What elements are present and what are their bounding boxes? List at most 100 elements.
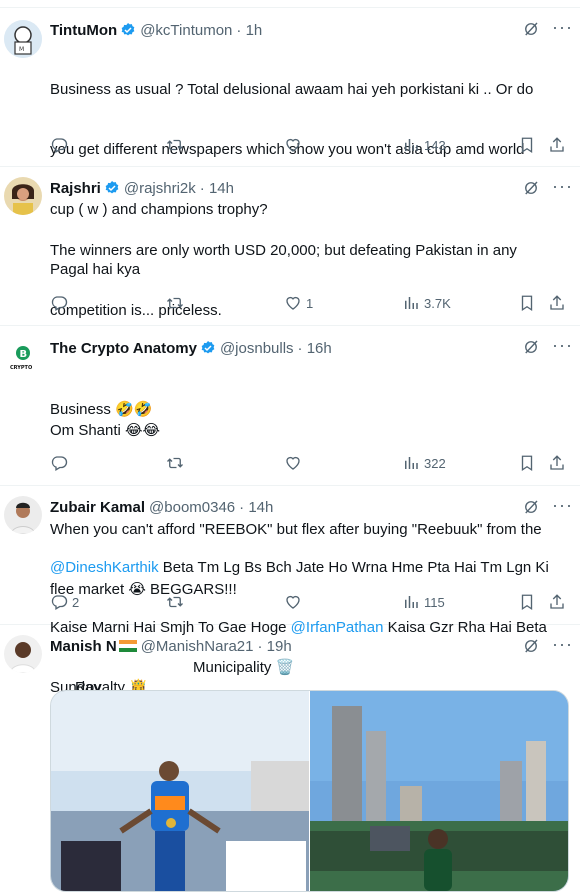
reply-icon — [50, 454, 68, 472]
more-icon[interactable]: ··· — [552, 635, 572, 659]
retweet-icon — [166, 593, 184, 611]
like-count: 1 — [306, 295, 314, 311]
share-button[interactable] — [548, 134, 566, 156]
grok-icon[interactable] — [522, 20, 540, 38]
reply-button[interactable] — [50, 292, 72, 314]
author-handle[interactable]: @josnbulls — [220, 340, 294, 357]
share-button[interactable] — [548, 452, 566, 474]
more-icon[interactable]: ··· — [552, 496, 572, 520]
retweet-icon — [166, 136, 184, 154]
verified-icon — [104, 180, 120, 196]
tweet[interactable]: Zubair Kamal @boom0346 · 14h ··· @Dinesh… — [0, 486, 580, 696]
svg-text:CRYPTO: CRYPTO — [10, 365, 32, 371]
more-icon[interactable]: ··· — [552, 336, 572, 360]
grok-icon[interactable] — [522, 338, 540, 356]
reply-count: 2 — [72, 594, 80, 610]
retweet-button[interactable] — [166, 452, 188, 474]
views-count: 322 — [424, 455, 446, 471]
author-name[interactable]: TintuMon — [50, 22, 117, 39]
views-button[interactable]: 115 — [402, 591, 445, 613]
timestamp[interactable]: · 14h — [239, 499, 273, 516]
views-icon — [402, 593, 420, 611]
timestamp[interactable]: · 14h — [200, 180, 234, 197]
avatar[interactable]: M — [4, 20, 42, 58]
views-icon — [402, 454, 420, 472]
like-button[interactable] — [284, 591, 306, 613]
bookmark-button[interactable] — [518, 134, 536, 156]
tweet-line: Business as usual ? Total delusional awa… — [50, 81, 534, 98]
tweet[interactable]: Rajshri @rajshri2k · 14h ··· The winners… — [0, 167, 580, 439]
timestamp[interactable]: · 16h — [298, 340, 332, 357]
tweet[interactable]: Manish N @ManishNara21 · 19h ··· Royalty… — [0, 625, 580, 892]
bookmark-button[interactable] — [518, 292, 536, 314]
more-icon[interactable]: ··· — [552, 177, 572, 201]
bookmark-button[interactable] — [518, 452, 536, 474]
author-handle[interactable]: @rajshri2k — [124, 180, 196, 197]
media-image-right[interactable] — [310, 691, 568, 891]
views-count: 3.7K — [424, 295, 451, 311]
reply-button[interactable]: 2 — [50, 591, 79, 613]
avatar[interactable] — [4, 635, 42, 673]
timestamp[interactable]: · 1h — [236, 22, 262, 39]
tweet-text-right: Municipality 🗑️ — [193, 659, 295, 676]
views-count: 115 — [424, 594, 445, 610]
tweet-header: Zubair Kamal @boom0346 · 14h — [50, 496, 273, 518]
views-button[interactable]: 143 — [402, 134, 446, 156]
reply-icon — [50, 593, 68, 611]
author-name[interactable]: The Crypto Anatomy — [50, 340, 197, 357]
action-bar: 143 — [40, 134, 580, 156]
verified-icon — [200, 340, 216, 356]
tweet[interactable]: B CRYPTO The Crypto Anatomy @josnbulls · … — [0, 326, 580, 598]
like-icon — [284, 294, 302, 312]
bookmark-icon — [518, 454, 536, 472]
bookmark-icon — [518, 294, 536, 312]
share-button[interactable] — [548, 292, 566, 314]
media-grid[interactable] — [50, 690, 569, 892]
share-button[interactable] — [548, 591, 566, 613]
views-button[interactable]: 322 — [402, 452, 446, 474]
author-name[interactable]: Rajshri — [50, 180, 101, 197]
grok-icon[interactable] — [522, 498, 540, 516]
author-handle[interactable]: @ManishNara21 — [141, 638, 254, 655]
tweet-text-span: Beta Tm Lg Bs Bch Jate Ho Wrna Hme Pta H… — [158, 559, 549, 576]
tweet[interactable]: M TintuMon @kcTintumon · 1h ··· Business… — [0, 8, 580, 278]
retweet-icon — [166, 294, 184, 312]
bookmark-button[interactable] — [518, 591, 536, 613]
tweet-header: The Crypto Anatomy @josnbulls · 16h — [50, 337, 332, 359]
author-handle[interactable]: @boom0346 — [149, 499, 235, 516]
bookmark-icon — [518, 593, 536, 611]
avatar[interactable]: B CRYPTO — [4, 338, 42, 376]
views-icon — [402, 294, 420, 312]
mention-link[interactable]: @DineshKarthik — [50, 559, 159, 576]
timestamp[interactable]: · 19h — [257, 638, 291, 655]
media-image-left[interactable] — [51, 691, 309, 891]
author-name[interactable]: Manish N — [50, 638, 117, 655]
tweet-line: The winners are only worth USD 20,000; b… — [50, 242, 517, 259]
bookmark-icon — [518, 136, 536, 154]
like-icon — [284, 454, 302, 472]
reply-button[interactable] — [50, 134, 72, 156]
grok-icon[interactable] — [522, 179, 540, 197]
more-icon[interactable]: ··· — [552, 18, 572, 42]
like-button[interactable]: 1 — [284, 292, 313, 314]
like-button[interactable] — [284, 134, 306, 156]
reply-icon — [50, 294, 68, 312]
verified-icon — [120, 22, 136, 38]
action-bar: 1 3.7K — [40, 292, 580, 314]
author-handle[interactable]: @kcTintumon — [140, 22, 232, 39]
author-name[interactable]: Zubair Kamal — [50, 499, 145, 516]
retweet-button[interactable] — [166, 591, 188, 613]
tweet-line: Business 🤣🤣 — [50, 401, 153, 418]
views-icon — [402, 136, 420, 154]
avatar[interactable] — [4, 496, 42, 534]
views-button[interactable]: 3.7K — [402, 292, 451, 314]
grok-icon[interactable] — [522, 637, 540, 655]
like-button[interactable] — [284, 452, 306, 474]
action-bar: 2 115 — [40, 591, 580, 613]
reply-button[interactable] — [50, 452, 72, 474]
retweet-button[interactable] — [166, 134, 188, 156]
avatar[interactable] — [4, 177, 42, 215]
share-icon — [548, 294, 566, 312]
retweet-button[interactable] — [166, 292, 188, 314]
tweet-header: TintuMon @kcTintumon · 1h — [50, 19, 262, 41]
